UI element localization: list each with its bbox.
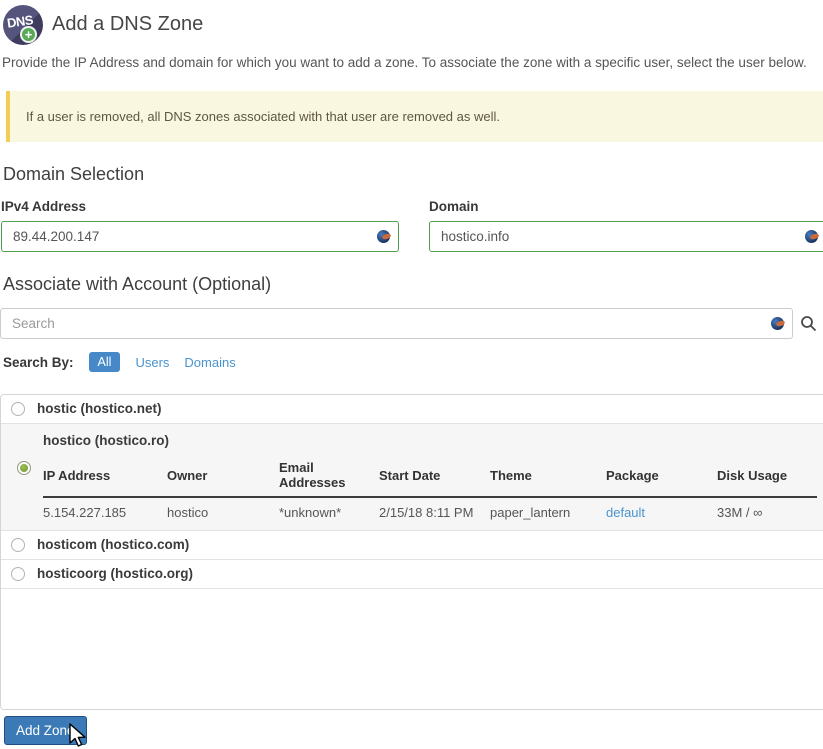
owner-cell: hostico [167, 505, 209, 520]
column-header: Start Date [379, 457, 490, 498]
page-title: Add a DNS Zone [52, 13, 204, 35]
account-detail-table: IP Address Owner Email Addresses Start D… [43, 457, 817, 525]
account-row-hosticom[interactable]: hosticom (hostico.com) [1, 531, 823, 560]
radio-button[interactable] [11, 566, 25, 581]
ipv4-input-wrap [1, 221, 399, 252]
filter-users-link[interactable]: Users [135, 355, 169, 370]
radio-button[interactable] [17, 461, 31, 475]
account-list: hostic (hostico.net) hostico (hostico.ro… [0, 394, 823, 710]
domain-field-group: Domain [429, 199, 823, 252]
search-input-wrap [0, 308, 793, 339]
filter-all-button[interactable]: All [88, 352, 121, 372]
warning-text: If a user is removed, all DNS zones asso… [26, 109, 500, 124]
add-zone-button[interactable]: Add Zone [4, 716, 87, 745]
warning-callout: If a user is removed, all DNS zones asso… [6, 91, 823, 142]
package-link[interactable]: default [606, 505, 645, 520]
disk-usage-cell: 33M / ∞ [717, 505, 763, 520]
selected-account-details: IP Address Owner Email Addresses Start D… [11, 457, 823, 525]
field-sphere-icon [771, 317, 784, 330]
column-header: Package [606, 457, 717, 498]
account-label: hostic (hostico.net) [37, 401, 162, 416]
email-cell: *unknown* [279, 505, 342, 520]
list-empty-space [1, 589, 823, 709]
ip-address-cell: 5.154.227.185 [43, 505, 127, 520]
search-group [0, 308, 823, 339]
filter-domains-link[interactable]: Domains [184, 355, 235, 370]
search-button[interactable] [793, 308, 823, 339]
search-input[interactable] [0, 308, 793, 339]
ipv4-field-group: IPv4 Address [1, 199, 399, 252]
account-row-hostic[interactable]: hostic (hostico.net) [1, 395, 823, 424]
search-icon [800, 316, 816, 332]
field-sphere-icon [377, 230, 390, 243]
column-header: Email Addresses [279, 457, 379, 498]
domain-input[interactable] [429, 221, 823, 252]
page-description: Provide the IP Address and domain for wh… [2, 55, 807, 70]
search-by-row: Search By: All Users Domains [3, 352, 823, 372]
column-header: Disk Usage [717, 457, 817, 498]
theme-cell: paper_lantern [490, 505, 571, 520]
account-row-hosticoorg[interactable]: hosticoorg (hostico.org) [1, 560, 823, 589]
ipv4-label: IPv4 Address [1, 199, 87, 214]
package-cell: default [606, 497, 717, 525]
radio-button[interactable] [11, 537, 25, 552]
column-header: IP Address [43, 457, 167, 498]
domain-selection-heading: Domain Selection [3, 164, 145, 184]
detail-table-value-row: 5.154.227.185 hostico *unknown* 2/15/18 … [43, 497, 817, 525]
detail-table-header-row: IP Address Owner Email Addresses Start D… [43, 457, 817, 498]
account-label: hosticom (hostico.com) [37, 537, 190, 552]
ipv4-input[interactable] [1, 221, 399, 252]
column-header: Owner [167, 457, 279, 498]
account-row-hostico[interactable]: hostico (hostico.ro) IP Address Owner Em… [1, 424, 823, 531]
account-label: hosticoorg (hostico.org) [37, 566, 193, 581]
page-header: DNS + Add a DNS Zone [0, 0, 823, 46]
field-sphere-icon [805, 230, 818, 243]
start-date-cell: 2/15/18 8:11 PM [379, 505, 474, 520]
associate-heading: Associate with Account (Optional) [3, 274, 272, 294]
domain-label: Domain [429, 199, 479, 214]
column-header: Theme [490, 457, 606, 498]
radio-button[interactable] [11, 401, 25, 416]
account-label: hostico (hostico.ro) [43, 433, 169, 448]
plus-badge-icon: + [20, 25, 37, 43]
search-by-label: Search By: [3, 354, 74, 370]
dns-zone-icon: DNS + [3, 4, 43, 45]
domain-form-row: IPv4 Address Domain [1, 199, 823, 252]
domain-input-wrap [429, 221, 823, 252]
